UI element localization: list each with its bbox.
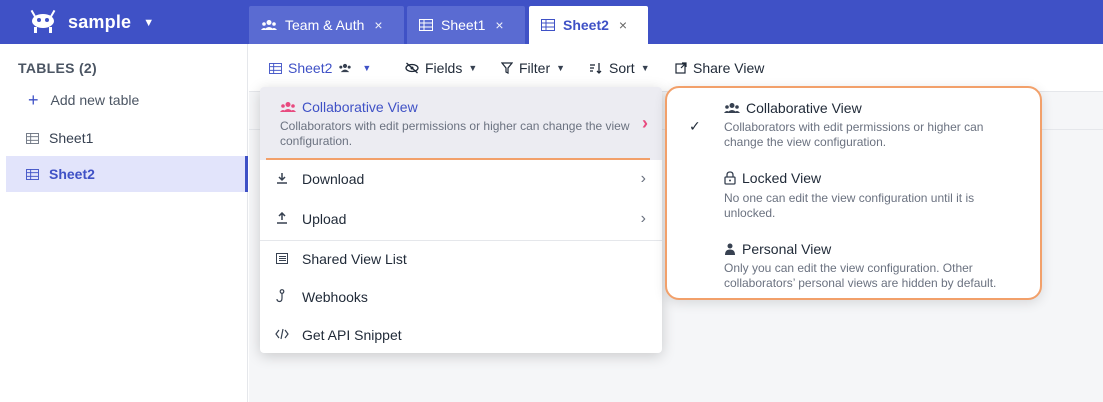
collaborative-view-description: Collaborators with edit permissions or h… [280,119,630,148]
filter-icon [501,62,513,74]
close-icon[interactable]: × [495,17,503,33]
chevron-right-icon: › [640,170,646,187]
option-description: Collaborators with edit permissions or h… [724,120,984,149]
view-lock-submenu: ✓ Collaborative View Collaborators with … [665,86,1042,300]
menu-item-label: Upload [302,211,347,227]
checkmark-icon: ✓ [689,118,701,134]
share-view-label: Share View [693,60,765,76]
sidebar-item-label: Sheet2 [49,166,95,182]
table-icon [26,132,39,144]
sidebar-item-label: Sheet1 [49,130,94,146]
fields-label: Fields [425,60,463,76]
person-icon [725,243,735,255]
team-icon [339,63,352,73]
webhook-icon [274,288,290,306]
share-view-button[interactable]: Share View [675,60,764,76]
menu-item-label: Get API Snippet [302,327,402,343]
option-title: Personal View [724,241,831,257]
view-name: Sheet2 [288,60,333,76]
option-personal-view[interactable]: Personal View Only you can edit the view… [667,228,1040,298]
lock-icon [724,171,736,185]
option-title: Collaborative View [724,100,862,116]
tab-team-auth[interactable]: Team & Auth × [249,6,404,44]
project-name: sample [68,11,132,32]
menu-item-label: Shared View List [302,251,407,267]
project-switcher[interactable]: sample ▼ [28,9,154,35]
sidebar-item-sheet1[interactable]: Sheet1 [6,120,248,156]
view-selector[interactable]: Sheet2 ▼ [269,60,371,76]
add-table-button[interactable]: + Add new table [28,90,140,110]
close-icon[interactable]: × [619,17,627,33]
table-icon [269,62,282,74]
chevron-down-icon: ▼ [362,63,372,73]
option-locked-view[interactable]: Locked View No one can edit the view con… [667,158,1040,228]
list-icon [274,252,290,267]
option-title: Locked View [724,170,821,186]
team-icon [261,20,277,30]
option-description: No one can edit the view configuration u… [724,191,975,220]
add-table-label: Add new table [50,92,140,108]
tab-label: Team & Auth [285,17,365,33]
table-icon [541,19,555,31]
option-label: Locked View [742,170,822,186]
tables-sidebar: TABLES (2) + Add new table Sheet1 Sheet2 [0,44,248,402]
chevron-down-icon: ▼ [556,63,566,73]
team-icon [724,103,740,113]
option-label: Collaborative View [746,100,862,116]
filter-label: Filter [519,60,551,76]
menu-item-collaborative-view[interactable]: Collaborative View Collaborators with ed… [260,87,662,160]
app-logo-icon [30,9,56,33]
view-toolbar: Sheet2 ▼ Fields ▼ Filter ▼ Sort ▼ Share … [249,44,1103,92]
option-label: Personal View [742,241,832,257]
tables-heading: TABLES (2) [18,60,97,76]
download-icon [274,172,290,187]
top-bar: sample ▼ Team & Auth × Sheet1 × Sheet2 × [0,0,1103,44]
menu-item-upload[interactable]: Upload › [260,200,662,238]
chevron-right-icon: › [640,210,646,227]
tab-sheet2[interactable]: Sheet2 × [529,6,648,44]
tab-label: Sheet1 [441,17,486,33]
menu-item-get-api-snippet[interactable]: Get API Snippet [260,316,662,353]
table-icon [419,19,433,31]
chevron-right-icon: › [642,113,648,133]
view-options-menu: Collaborative View Collaborators with ed… [260,87,662,353]
menu-item-shared-view-list[interactable]: Shared View List [260,240,662,278]
close-icon[interactable]: × [374,17,382,33]
sidebar-item-sheet2[interactable]: Sheet2 [6,156,248,192]
sort-button[interactable]: Sort ▼ [589,60,650,76]
fields-button[interactable]: Fields ▼ [405,60,477,76]
option-description: Only you can edit the view configuration… [724,261,997,290]
team-icon [280,102,296,112]
menu-item-download[interactable]: Download › [260,160,662,198]
eye-off-icon [405,62,419,74]
tab-sheet1[interactable]: Sheet1 × [407,6,525,44]
menu-item-webhooks[interactable]: Webhooks [260,278,662,316]
chevron-down-icon: ▼ [468,63,478,73]
chevron-down-icon: ▼ [640,63,650,73]
sort-icon [590,63,602,74]
code-icon [274,328,290,343]
tab-label: Sheet2 [563,17,609,33]
collaborative-view-label: Collaborative View [302,99,418,115]
option-collaborative-view[interactable]: ✓ Collaborative View Collaborators with … [667,88,1040,158]
menu-item-label: Download [302,171,365,187]
plus-icon: + [28,90,39,110]
chevron-down-icon: ▼ [143,17,155,29]
sort-label: Sort [609,60,635,76]
table-icon [26,168,39,180]
share-icon [675,62,687,74]
menu-item-title: Collaborative View [280,99,418,115]
filter-button[interactable]: Filter ▼ [501,60,565,76]
upload-icon [274,211,290,227]
menu-item-label: Webhooks [302,289,368,305]
